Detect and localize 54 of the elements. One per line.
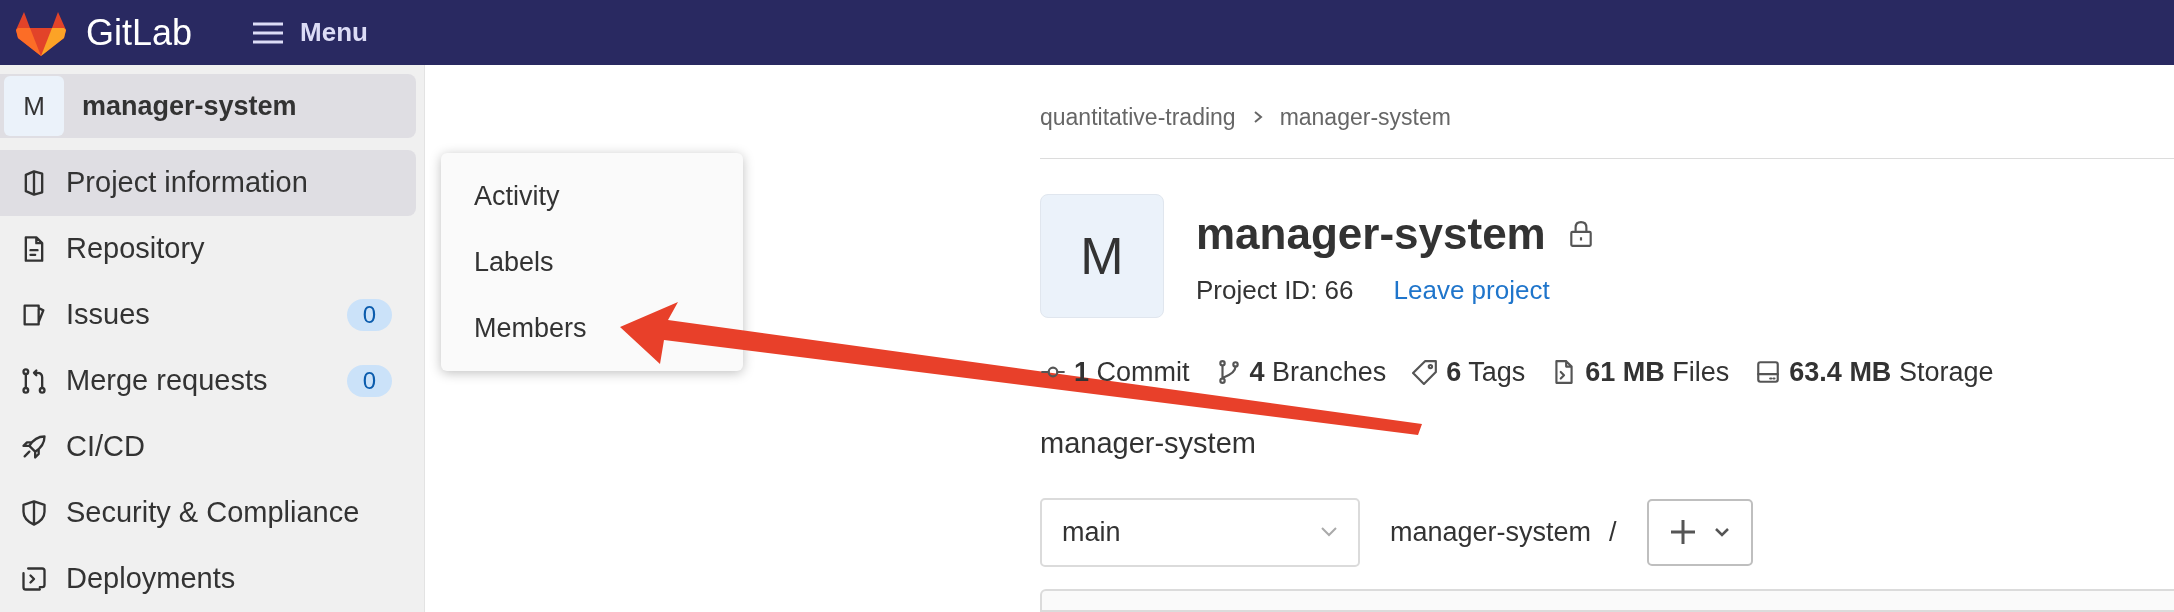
stat-link[interactable]: 4 Branches [1215, 351, 1387, 392]
storage-icon [1755, 358, 1782, 385]
flyout-menu-item[interactable]: Labels [441, 229, 743, 295]
flyout-menu-item[interactable]: Members [441, 295, 743, 361]
sidebar-label: CI/CD [66, 429, 146, 465]
stat-link[interactable]: 6 Tags [1412, 351, 1526, 392]
chevron-down-icon [1320, 526, 1338, 538]
add-dropdown[interactable] [1646, 498, 1753, 566]
plus-icon [1669, 519, 1696, 545]
stat-text: 63.4 MB Storage [1789, 355, 1994, 389]
sidebar-label: Merge requests [66, 363, 269, 399]
stat-link[interactable]: 63.4 MB Storage [1755, 351, 1994, 392]
sidebar-item[interactable]: Repository [0, 216, 416, 282]
sidebar-label: Issues [66, 297, 151, 333]
count-badge: 0 [346, 365, 392, 397]
deployments-icon [20, 565, 48, 593]
chevron-down-icon [1713, 527, 1730, 537]
breadcrumb-link[interactable]: quantitative-trading [1040, 100, 1236, 135]
lock-icon [1567, 220, 1594, 248]
project-description: manager-system [1040, 426, 1257, 461]
tag-icon [1412, 358, 1439, 385]
sidebar-item[interactable]: Merge requests 0 [0, 348, 416, 414]
shield-icon [20, 499, 48, 527]
project-avatar: M [4, 76, 64, 136]
sidebar-item[interactable]: CI/CD [0, 414, 416, 480]
sidebar-item[interactable]: Project information [0, 150, 416, 216]
menu-button[interactable]: Menu [252, 13, 368, 52]
project-title: manager-system [1196, 208, 1546, 260]
leave-project-link[interactable]: Leave project [1393, 271, 1550, 310]
branch-dropdown[interactable]: main [1040, 497, 1360, 567]
project-name: manager-system [82, 89, 297, 123]
project-header[interactable]: M manager-system [0, 74, 416, 138]
stat-text: 6 Tags [1446, 355, 1526, 389]
sidebar-label: Security & Compliance [66, 495, 361, 531]
sidebar-item[interactable]: Issues 0 [0, 282, 416, 348]
stat-text: 4 Branches [1249, 355, 1387, 389]
merge-request-icon [20, 367, 48, 395]
project-id: Project ID: 66 [1196, 274, 1354, 307]
repository-path: manager-system [1390, 515, 1592, 549]
sidebar-label: Repository [66, 231, 206, 267]
sidebar-item[interactable]: Deployments [0, 546, 416, 612]
sidebar-label: Project information [66, 165, 309, 201]
sidebar-item[interactable]: Security & Compliance [0, 480, 416, 546]
path-separator: / [1609, 515, 1617, 549]
menu-icon [252, 20, 285, 45]
sidebar-label: Deployments [66, 561, 237, 597]
project-avatar: M [1040, 193, 1164, 318]
count-badge: 0 [346, 299, 392, 331]
flyout-menu-item[interactable]: Activity [441, 163, 743, 229]
stat-text: 61 MB Files [1585, 355, 1730, 389]
brand-name: GitLab [86, 10, 193, 55]
stat-link[interactable]: 61 MB Files [1551, 351, 1730, 392]
breadcrumb-link[interactable]: manager-system [1279, 100, 1451, 135]
rocket-icon [20, 433, 48, 461]
